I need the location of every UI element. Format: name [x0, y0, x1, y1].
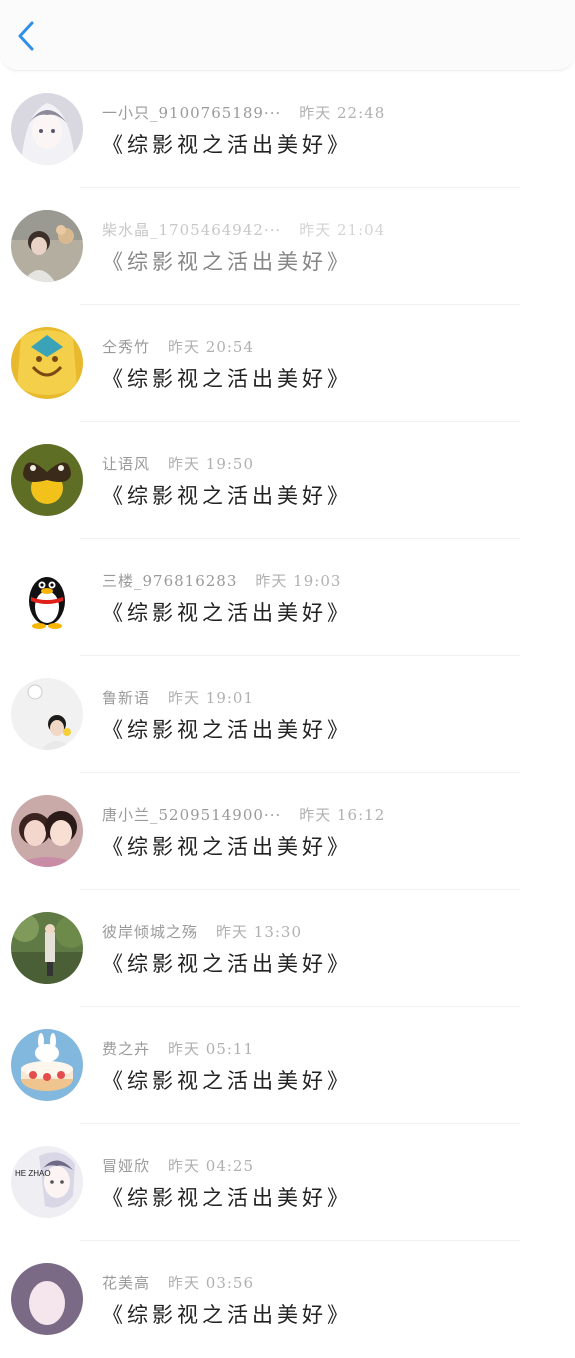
list-item[interactable]: 仝秀竹 昨天 20:54 《综影视之活出美好》 — [0, 305, 575, 422]
message-meta: 费之卉 昨天 05:11 — [102, 1038, 254, 1059]
chevron-left-icon — [18, 21, 34, 51]
sender-name: 唐小兰_5209514900··· — [102, 806, 282, 824]
sender-name: 花美高 — [102, 1274, 151, 1292]
sender-name: 费之卉 — [102, 1040, 151, 1058]
message-text: 《综影视之活出美好》 — [102, 484, 352, 508]
anime-girl-avatar-icon — [11, 93, 83, 165]
message-time: 昨天 19:50 — [168, 455, 255, 473]
message-text: 《综影视之活出美好》 — [102, 367, 352, 391]
avatar[interactable] — [11, 327, 83, 399]
message-text: 《综影视之活出美好》 — [102, 835, 352, 859]
sender-name: 彼岸倾城之殇 — [102, 923, 199, 941]
message-time: 昨天 05:11 — [168, 1040, 255, 1058]
avatar[interactable] — [11, 444, 83, 516]
message-time: 昨天 21:04 — [299, 221, 386, 239]
list-item[interactable]: 唐小兰_5209514900··· 昨天 16:12 《综影视之活出美好》 — [0, 773, 575, 890]
list-item[interactable]: 彼岸倾城之殇 昨天 13:30 《综影视之活出美好》 — [0, 890, 575, 1007]
message-list: 一小只_9100765189··· 昨天 22:48 《综影视之活出美好》 柴水晶… — [0, 71, 575, 1358]
butterfly-avatar-icon — [11, 444, 83, 516]
partial-avatar-icon — [11, 1263, 83, 1335]
child-photo-avatar-icon — [11, 678, 83, 750]
avatar[interactable] — [11, 795, 83, 867]
avatar[interactable] — [11, 93, 83, 165]
avatar[interactable] — [11, 561, 83, 633]
message-time: 昨天 03:56 — [168, 1274, 255, 1292]
list-item[interactable]: HE ZHAO 冒娅欣 昨天 04:25 《综影视之活出美好》 — [0, 1124, 575, 1241]
list-item[interactable]: 鲁新语 昨天 19:01 《综影视之活出美好》 — [0, 656, 575, 773]
anime-boy-avatar-icon: HE ZHAO — [11, 1146, 83, 1218]
message-meta: 冒娅欣 昨天 04:25 — [102, 1155, 254, 1176]
message-time: 昨天 19:03 — [255, 572, 342, 590]
top-bar — [0, 0, 575, 71]
message-meta: 一小只_9100765189··· 昨天 22:48 — [102, 102, 385, 123]
message-text: 《综影视之活出美好》 — [102, 1303, 352, 1327]
avatar[interactable] — [11, 912, 83, 984]
message-text: 《综影视之活出美好》 — [102, 1186, 352, 1210]
list-item[interactable]: 三楼_976816283 昨天 19:03 《综影视之活出美好》 — [0, 539, 575, 656]
message-meta: 彼岸倾城之殇 昨天 13:30 — [102, 921, 302, 942]
message-time: 昨天 04:25 — [168, 1157, 255, 1175]
message-meta: 让语风 昨天 19:50 — [102, 453, 254, 474]
message-meta: 唐小兰_5209514900··· 昨天 16:12 — [102, 804, 385, 825]
message-text: 《综影视之活出美好》 — [102, 250, 352, 274]
sender-name: 三楼_976816283 — [102, 572, 238, 590]
message-time: 昨天 13:30 — [216, 923, 303, 941]
sender-name: 仝秀竹 — [102, 338, 151, 356]
message-text: 《综影视之活出美好》 — [102, 133, 352, 157]
avatar[interactable]: HE ZHAO — [11, 1146, 83, 1218]
message-time: 昨天 22:48 — [299, 104, 386, 122]
golden-mask-avatar-icon — [11, 327, 83, 399]
svg-text:HE ZHAO: HE ZHAO — [15, 1169, 51, 1178]
list-item[interactable]: 让语风 昨天 19:50 《综影视之活出美好》 — [0, 422, 575, 539]
message-meta: 柴水晶_1705464942··· 昨天 21:04 — [102, 219, 385, 240]
message-meta: 仝秀竹 昨天 20:54 — [102, 336, 254, 357]
sender-name: 柴水晶_1705464942··· — [102, 221, 282, 239]
list-item[interactable]: 花美高 昨天 03:56 《综影视之活出美好》 — [0, 1241, 575, 1358]
message-text: 《综影视之活出美好》 — [102, 1069, 352, 1093]
message-text: 《综影视之活出美好》 — [102, 952, 352, 976]
avatar[interactable] — [11, 1263, 83, 1335]
sender-name: 冒娅欣 — [102, 1157, 151, 1175]
list-item[interactable]: 一小只_9100765189··· 昨天 22:48 《综影视之活出美好》 — [0, 71, 575, 188]
list-item[interactable]: 费之卉 昨天 05:11 《综影视之活出美好》 — [0, 1007, 575, 1124]
message-meta: 花美高 昨天 03:56 — [102, 1272, 254, 1293]
list-item[interactable]: 柴水晶_1705464942··· 昨天 21:04 《综影视之活出美好》 — [0, 188, 575, 305]
sender-name: 让语风 — [102, 455, 151, 473]
avatar[interactable] — [11, 1029, 83, 1101]
bunny-cake-avatar-icon — [11, 1029, 83, 1101]
message-time: 昨天 16:12 — [299, 806, 386, 824]
message-text: 《综影视之活出美好》 — [102, 601, 352, 625]
message-time: 昨天 20:54 — [168, 338, 255, 356]
avatar[interactable] — [11, 678, 83, 750]
avatar[interactable] — [11, 210, 83, 282]
photo-avatar-icon — [11, 210, 83, 282]
selfie-avatar-icon — [11, 795, 83, 867]
sender-name: 鲁新语 — [102, 689, 151, 707]
park-photo-avatar-icon — [11, 912, 83, 984]
message-time: 昨天 19:01 — [168, 689, 255, 707]
back-button[interactable] — [12, 18, 40, 54]
message-meta: 三楼_976816283 昨天 19:03 — [102, 570, 341, 591]
message-text: 《综影视之活出美好》 — [102, 718, 352, 742]
sender-name: 一小只_9100765189··· — [102, 104, 282, 122]
penguin-avatar-icon — [11, 561, 83, 633]
message-meta: 鲁新语 昨天 19:01 — [102, 687, 254, 708]
